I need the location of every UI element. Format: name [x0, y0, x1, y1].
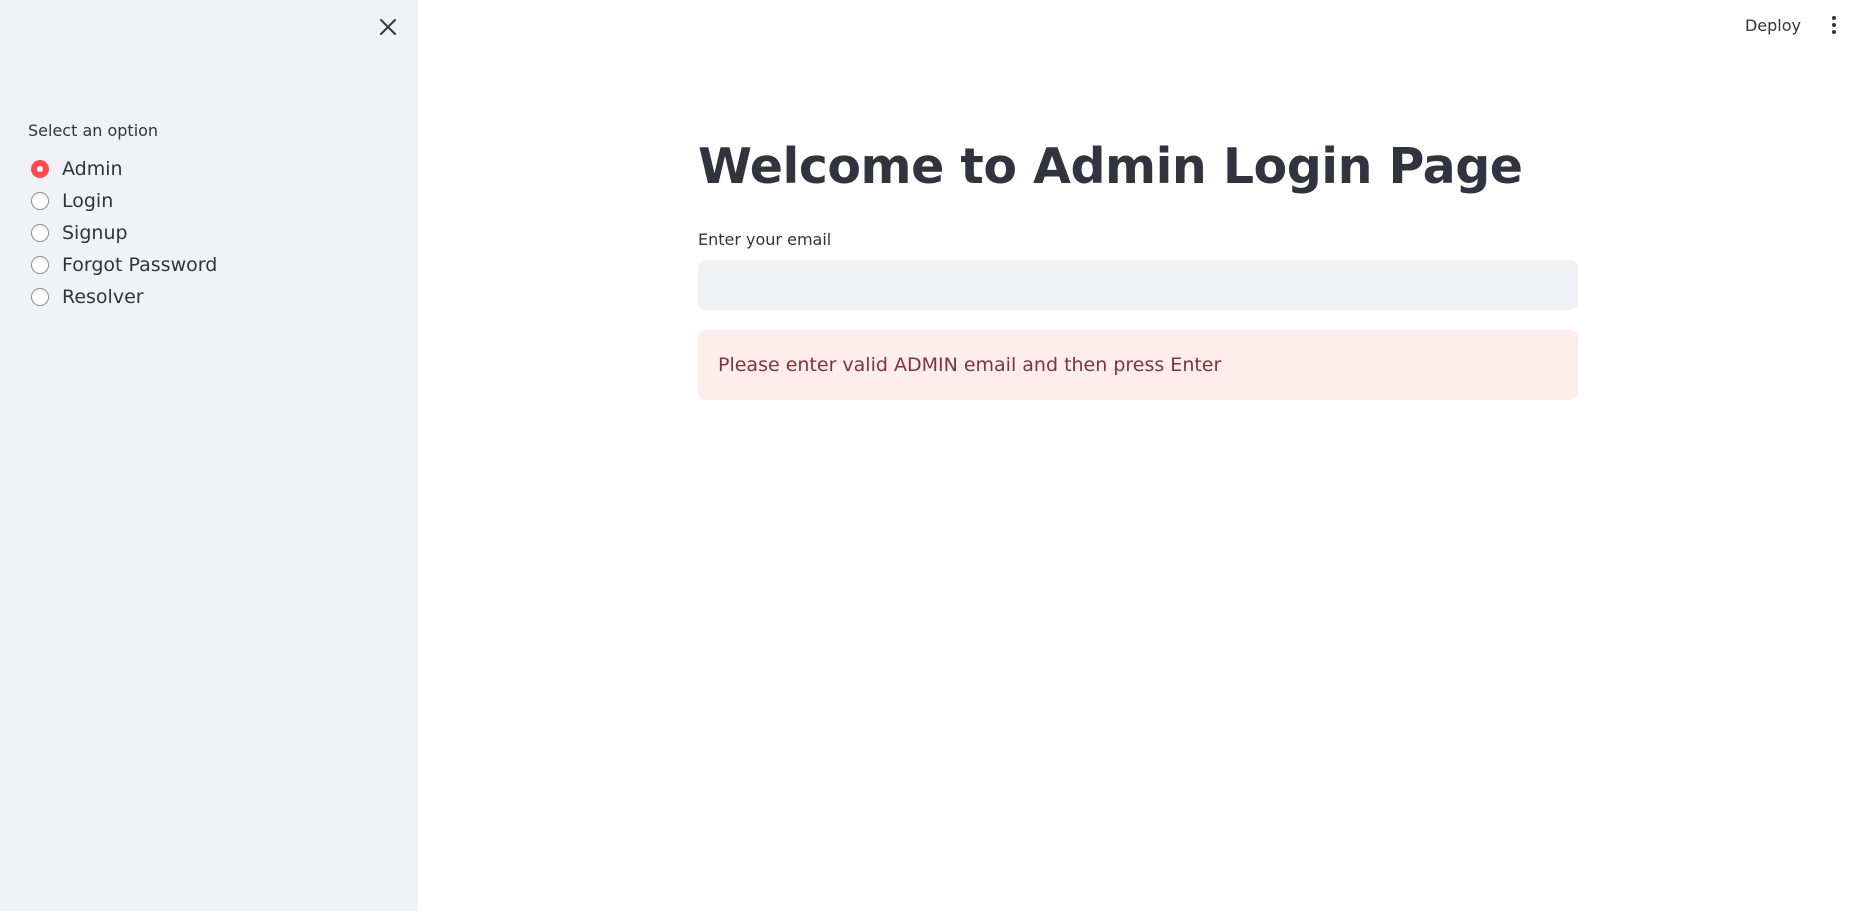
radio-button-login[interactable] — [31, 192, 49, 210]
email-field-label: Enter your email — [698, 230, 832, 249]
header-toolbar: Deploy — [1737, 12, 1853, 38]
radio-button-forgot-password[interactable] — [31, 256, 49, 274]
radio-option-signup[interactable]: Signup — [28, 217, 217, 249]
radio-label-login: Login — [62, 190, 114, 212]
radio-label-forgot-password: Forgot Password — [62, 254, 218, 276]
main-menu-button[interactable] — [1821, 12, 1847, 38]
alert-message: Please enter valid ADMIN email and then … — [718, 354, 1222, 376]
radio-label-admin: Admin — [62, 158, 123, 180]
radio-button-admin[interactable] — [31, 160, 49, 178]
radio-option-admin[interactable]: Admin — [28, 153, 217, 185]
kebab-menu-icon — [1832, 16, 1836, 20]
radio-option-resolver[interactable]: Resolver — [28, 281, 217, 313]
error-alert: Please enter valid ADMIN email and then … — [698, 330, 1578, 400]
close-sidebar-button[interactable] — [373, 12, 403, 42]
radio-option-login[interactable]: Login — [28, 185, 217, 217]
page-title: Welcome to Admin Login Page — [698, 138, 1523, 195]
radio-button-signup[interactable] — [31, 224, 49, 242]
sidebar: Select an option Admin Login Signup Forg… — [0, 0, 418, 911]
radio-group-label: Select an option — [28, 121, 159, 140]
radio-option-forgot-password[interactable]: Forgot Password — [28, 249, 217, 281]
radio-button-resolver[interactable] — [31, 288, 49, 306]
radio-label-resolver: Resolver — [62, 286, 144, 308]
radio-label-signup: Signup — [62, 222, 128, 244]
email-field[interactable] — [698, 260, 1578, 310]
close-icon — [380, 19, 396, 35]
deploy-button[interactable]: Deploy — [1737, 16, 1809, 35]
radio-group: Admin Login Signup Forgot Password Resol… — [28, 153, 217, 313]
app: Select an option Admin Login Signup Forg… — [0, 0, 1853, 911]
